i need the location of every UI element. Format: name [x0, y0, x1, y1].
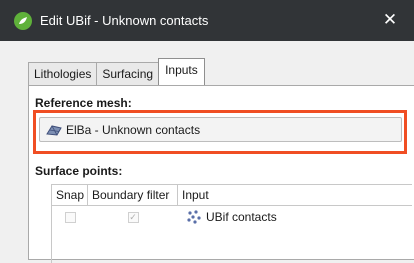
points-icon — [187, 210, 201, 224]
mesh-icon — [46, 124, 62, 136]
boundary-filter-checkbox[interactable]: ✓ — [127, 211, 139, 223]
snap-checkbox[interactable] — [64, 211, 76, 223]
window-title: Edit UBif - Unknown contacts — [40, 13, 209, 28]
close-icon: ✕ — [382, 10, 398, 29]
column-header-boundary-filter[interactable]: Boundary filter — [88, 185, 178, 205]
surface-points-table: Snap Boundary filter Input ✓ UBif contac… — [51, 184, 412, 263]
close-button[interactable]: ✕ — [380, 10, 400, 30]
reference-mesh-value: ElBa - Unknown contacts — [66, 122, 201, 137]
tab-inputs[interactable]: Inputs — [158, 58, 205, 85]
reference-mesh-label: Reference mesh: — [35, 96, 132, 110]
title-bar: Edit UBif - Unknown contacts ✕ — [0, 0, 414, 41]
table-header: Snap Boundary filter Input — [52, 185, 412, 206]
reference-mesh-button[interactable]: ElBa - Unknown contacts — [39, 117, 402, 142]
tab-lithologies[interactable]: Lithologies — [28, 62, 98, 85]
input-value: UBif contacts — [206, 210, 277, 224]
tab-surfacing[interactable]: Surfacing — [96, 62, 160, 85]
input-cell: UBif contacts — [178, 210, 412, 224]
tab-bar: Lithologies Surfacing Inputs — [28, 58, 205, 85]
inputs-panel: Reference mesh: ElBa - Unknown contacts … — [28, 85, 414, 263]
table-row[interactable]: ✓ UBif contacts — [52, 206, 412, 228]
surface-points-label: Surface points: — [35, 164, 123, 178]
column-header-snap[interactable]: Snap — [52, 185, 88, 205]
boundary-filter-cell: ✓ — [88, 211, 178, 223]
snap-cell — [52, 211, 88, 223]
column-header-input[interactable]: Input — [178, 185, 412, 205]
app-icon — [14, 11, 32, 30]
